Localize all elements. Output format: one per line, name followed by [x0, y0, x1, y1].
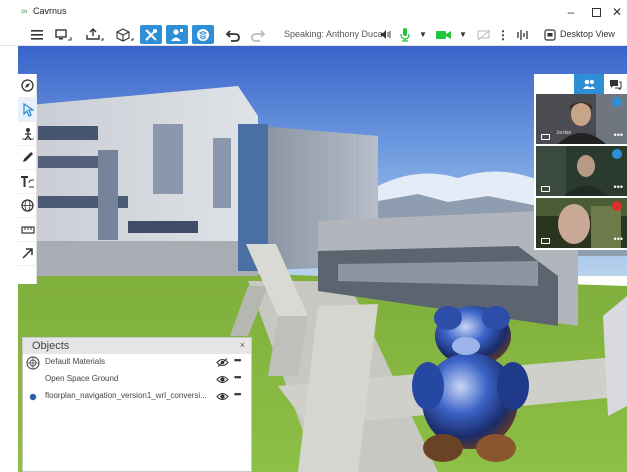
desktop-view-label[interactable]: Desktop View [560, 29, 615, 39]
undo-icon[interactable] [224, 25, 242, 44]
camera-icon [541, 238, 550, 244]
close-icon[interactable]: × [240, 340, 245, 350]
user-position-icon[interactable] [166, 25, 188, 44]
materials-sphere-icon [25, 355, 41, 371]
object-label: floorplan_navigation_version1_wrl_conver… [45, 391, 207, 400]
participant-video-tile[interactable]: ••• [536, 146, 627, 196]
video-panel: Jordan ••• ••• ••• [534, 74, 627, 250]
left-toolbar [18, 74, 37, 284]
camera-dropdown-chevron-icon[interactable]: ▼ [458, 25, 468, 44]
camera-icon [541, 134, 550, 140]
select-cursor-icon[interactable] [18, 98, 37, 122]
more-options-icon[interactable]: ••• [234, 389, 242, 399]
objects-panel-header: Objects × [23, 338, 251, 354]
hidden-eye-icon[interactable] [216, 358, 229, 370]
mic-on-icon [612, 149, 622, 159]
more-options-icon[interactable]: ••• [234, 355, 242, 365]
participant-video-tile[interactable]: ••• [536, 198, 627, 248]
camera-icon [541, 186, 550, 192]
speaking-indicator: Speaking: Anthony Duca [284, 29, 383, 39]
eye-icon[interactable] [216, 375, 229, 387]
minimize-icon[interactable]: – [561, 3, 581, 21]
objects-cube-icon[interactable] [112, 25, 136, 44]
pencil-icon[interactable] [18, 146, 37, 170]
screen-share-off-icon[interactable] [476, 25, 492, 44]
desktop-view-icon[interactable] [542, 25, 558, 44]
compass-icon[interactable] [18, 74, 37, 98]
more-options-icon[interactable]: ••• [614, 235, 623, 244]
more-options-icon[interactable]: ••• [614, 183, 623, 192]
video-panel-tabs [534, 74, 627, 94]
title-bar: ∞ Cavrnus – ✕ [0, 0, 627, 24]
mic-dropdown-chevron-icon[interactable]: ▼ [418, 25, 428, 44]
object-label: Open Space Ground [45, 374, 119, 383]
object-row-floorplan[interactable]: floorplan_navigation_version1_wrl_conver… [23, 388, 251, 405]
objects-panel-title: Objects [32, 340, 70, 352]
maximize-icon[interactable] [586, 3, 606, 21]
volume-icon[interactable] [379, 25, 391, 44]
more-options-icon[interactable]: ••• [234, 372, 242, 382]
app-title: Cavrnus [33, 6, 67, 16]
eye-icon[interactable] [216, 392, 229, 404]
more-options-icon[interactable]: ••• [614, 131, 623, 140]
upload-icon[interactable] [82, 25, 106, 44]
model-dot-icon [25, 389, 41, 405]
audio-levels-icon[interactable] [515, 25, 531, 44]
participants-icon[interactable] [574, 74, 604, 94]
more-vertical-icon[interactable]: ⋮ [497, 25, 509, 44]
measure-icon[interactable] [18, 218, 37, 242]
arrow-icon[interactable] [18, 242, 37, 266]
object-row-default-materials[interactable]: Default Materials ••• [23, 354, 251, 371]
sphere-icon[interactable] [18, 194, 37, 218]
object-row-open-space-ground[interactable]: Open Space Ground ••• [23, 371, 251, 388]
screen-share-icon[interactable] [50, 25, 74, 44]
navigate-person-icon[interactable] [18, 122, 37, 146]
redo-icon[interactable] [249, 25, 267, 44]
mic-muted-icon [612, 201, 622, 211]
participant-name: Jordan [556, 130, 572, 136]
menu-icon[interactable] [30, 25, 44, 44]
chat-icon[interactable] [604, 74, 627, 94]
mic-on-icon [612, 97, 622, 107]
object-label: Default Materials [45, 357, 106, 366]
camera-icon[interactable] [436, 25, 452, 44]
app-logo-icon: ∞ [21, 6, 28, 16]
participant-video-tile[interactable]: Jordan ••• [536, 94, 627, 144]
objects-panel: Objects × Default Materials ••• Open Spa… [22, 337, 252, 472]
toolbar: Speaking: Anthony Duca ▼ ▼ ⋮ Desktop Vie… [0, 24, 627, 46]
text-tool-icon[interactable] [18, 170, 37, 194]
layers-icon[interactable] [192, 25, 214, 44]
tools-icon[interactable] [140, 25, 162, 44]
close-icon[interactable]: ✕ [607, 3, 627, 21]
microphone-icon[interactable] [398, 25, 412, 44]
